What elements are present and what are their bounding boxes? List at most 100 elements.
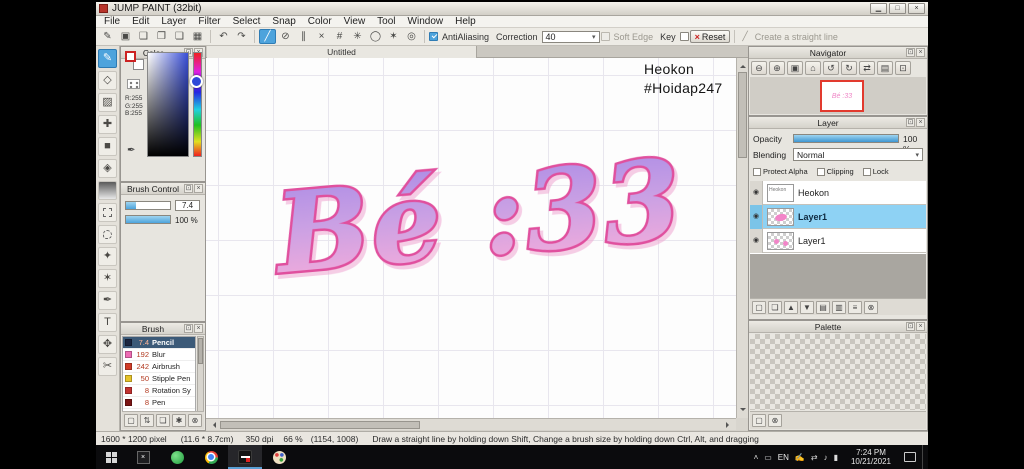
snap-radial-button[interactable]: ✳ bbox=[349, 29, 366, 44]
correction-dropdown[interactable]: 40 ▾ bbox=[541, 30, 600, 43]
brush-list-item[interactable]: 8 Rotation Sy bbox=[123, 385, 195, 397]
paste-toolbar-icon[interactable]: ❏ bbox=[171, 29, 188, 44]
zoom-in-button[interactable]: ⊕ bbox=[769, 61, 785, 75]
layer-row-layer1-selected[interactable]: ◉ Layer1 bbox=[750, 204, 926, 229]
layer-up-button[interactable]: ▲ bbox=[784, 300, 798, 314]
document-tab-untitled[interactable]: Untitled bbox=[207, 46, 477, 58]
close-icon[interactable]: × bbox=[916, 322, 925, 331]
saturation-value-picker[interactable] bbox=[147, 52, 189, 157]
snap-grid-button[interactable]: # bbox=[331, 29, 348, 44]
taskbar-app-chrome[interactable] bbox=[194, 445, 228, 469]
pen-input-icon[interactable]: ✍ bbox=[795, 453, 805, 462]
canvas-vertical-scrollbar[interactable] bbox=[736, 58, 748, 418]
spread-view-button[interactable]: ▤ bbox=[877, 61, 893, 75]
blending-dropdown[interactable]: Normal ▾ bbox=[793, 148, 923, 161]
lasso-select-tool[interactable] bbox=[98, 225, 117, 244]
copy-toolbar-icon[interactable]: ❐ bbox=[153, 29, 170, 44]
duplicate-brush-button[interactable]: ❏ bbox=[156, 414, 170, 427]
menu-file[interactable]: File bbox=[98, 16, 126, 28]
stamp-toolbar-icon[interactable]: ▣ bbox=[117, 29, 134, 44]
taskbar-app-media[interactable]: × bbox=[126, 445, 160, 469]
hand-tool[interactable]: ✥ bbox=[98, 335, 117, 354]
snap-cross-button[interactable]: × bbox=[313, 29, 330, 44]
add-brush-button[interactable]: ▢ bbox=[124, 414, 138, 427]
layer-down-button[interactable]: ▼ bbox=[800, 300, 814, 314]
straight-line-snap-button[interactable]: ╱ bbox=[259, 29, 276, 44]
brush-list-scrollbar[interactable] bbox=[197, 336, 204, 412]
navigator-settings-button[interactable]: ⊡ bbox=[895, 61, 911, 75]
reset-button[interactable]: × Reset bbox=[689, 30, 731, 43]
divide-tool[interactable]: ✂ bbox=[98, 357, 117, 376]
operation-tool[interactable]: ✦ bbox=[98, 247, 117, 266]
gradient-tool[interactable] bbox=[98, 181, 117, 200]
popout-icon[interactable]: ⊡ bbox=[906, 118, 915, 127]
minimize-button[interactable]: ▁ bbox=[870, 3, 887, 14]
bubble-toolbar-icon[interactable]: ❑ bbox=[135, 29, 152, 44]
menu-window[interactable]: Window bbox=[402, 16, 450, 28]
brush-list-item[interactable]: 192 Blur bbox=[123, 349, 195, 361]
select-rect-tool[interactable] bbox=[98, 203, 117, 222]
snap-off-button[interactable]: ⊘ bbox=[277, 29, 294, 44]
layer-visibility-toggle[interactable]: ◉ bbox=[750, 204, 763, 229]
start-button[interactable] bbox=[96, 445, 126, 469]
snap-parallel-button[interactable]: ∥ bbox=[295, 29, 312, 44]
brush-size-slider[interactable] bbox=[125, 201, 171, 210]
volume-icon[interactable]: ♪ bbox=[824, 453, 828, 462]
popout-icon[interactable]: ⊡ bbox=[906, 322, 915, 331]
vertical-scroll-thumb[interactable] bbox=[738, 72, 747, 158]
delete-layer-button[interactable]: ⊗ bbox=[864, 300, 878, 314]
magic-wand-tool[interactable]: ✶ bbox=[98, 269, 117, 288]
close-button[interactable]: × bbox=[908, 3, 925, 14]
brush-tool[interactable]: ✎ bbox=[98, 49, 117, 68]
zoom-out-button[interactable]: ⊖ bbox=[751, 61, 767, 75]
brush-list-item[interactable]: 8 Pen bbox=[123, 397, 195, 409]
touch-keyboard-icon[interactable]: ▭ bbox=[764, 453, 772, 462]
notification-center-icon[interactable] bbox=[904, 452, 916, 462]
scroll-down-icon[interactable] bbox=[740, 408, 746, 414]
flip-horizontal-button[interactable]: ⇄ bbox=[859, 61, 875, 75]
popout-icon[interactable]: ⊡ bbox=[184, 324, 193, 333]
close-icon[interactable]: × bbox=[916, 48, 925, 57]
duplicate-layer-button[interactable]: ❏ bbox=[768, 300, 782, 314]
shape-brush-tool[interactable]: ■ bbox=[98, 137, 117, 156]
menu-view[interactable]: View bbox=[338, 16, 372, 28]
fit-window-button[interactable]: ▣ bbox=[787, 61, 803, 75]
redo-button[interactable]: ↷ bbox=[233, 29, 250, 44]
clipping-checkbox[interactable] bbox=[816, 167, 825, 176]
battery-icon[interactable]: ▮ bbox=[834, 453, 838, 462]
clipping-option[interactable]: Clipping bbox=[816, 167, 854, 176]
maximize-button[interactable]: □ bbox=[889, 3, 906, 14]
protect-alpha-checkbox[interactable] bbox=[753, 167, 761, 176]
brush-list-item[interactable]: 50 Stipple Pen bbox=[123, 373, 195, 385]
popout-icon[interactable]: ⊡ bbox=[184, 184, 193, 193]
layer-menu-button[interactable]: ≡ bbox=[848, 300, 862, 314]
antialiasing-checkbox[interactable] bbox=[429, 32, 438, 41]
layer-row-layer1[interactable]: ◉ Layer1 bbox=[750, 228, 926, 253]
add-layer-button[interactable]: ▢ bbox=[752, 300, 766, 314]
menu-select[interactable]: Select bbox=[227, 16, 267, 28]
layer-opacity-slider[interactable] bbox=[793, 134, 899, 143]
palette-swatch-area[interactable] bbox=[750, 334, 926, 410]
halftone-tool[interactable]: ▨ bbox=[98, 93, 117, 112]
show-desktop-button[interactable] bbox=[922, 445, 926, 469]
menu-color[interactable]: Color bbox=[302, 16, 338, 28]
drawing-canvas[interactable]: Heokon #Hoidap247 Bé :33 bbox=[206, 58, 736, 418]
snap-vanishing-button[interactable]: ✶ bbox=[385, 29, 402, 44]
key-checkbox[interactable] bbox=[679, 32, 689, 41]
layer-row-heokon[interactable]: ◉ Heokon Heokon bbox=[750, 181, 926, 205]
eyedropper-tool[interactable]: ✒ bbox=[98, 291, 117, 310]
rotate-right-button[interactable]: ↻ bbox=[841, 61, 857, 75]
transparent-color-icon[interactable] bbox=[127, 79, 140, 89]
hue-marker[interactable] bbox=[190, 75, 203, 88]
brush-toolbar-icon[interactable]: ✎ bbox=[99, 29, 116, 44]
brush-size-value[interactable]: 7.4 bbox=[175, 200, 200, 211]
brush-opacity-slider[interactable] bbox=[125, 215, 171, 224]
text-tool[interactable]: T bbox=[98, 313, 117, 332]
navigator-preview[interactable]: Bé :33 bbox=[750, 77, 926, 114]
reset-zoom-button[interactable]: ⌂ bbox=[805, 61, 821, 75]
delete-palette-color-button[interactable]: ⊗ bbox=[768, 414, 782, 427]
add-palette-color-button[interactable]: ▢ bbox=[752, 414, 766, 427]
delete-brush-button[interactable]: ⊗ bbox=[188, 414, 202, 427]
merge-layer-button[interactable]: ▥ bbox=[832, 300, 846, 314]
layer-folder-button[interactable]: ▤ bbox=[816, 300, 830, 314]
